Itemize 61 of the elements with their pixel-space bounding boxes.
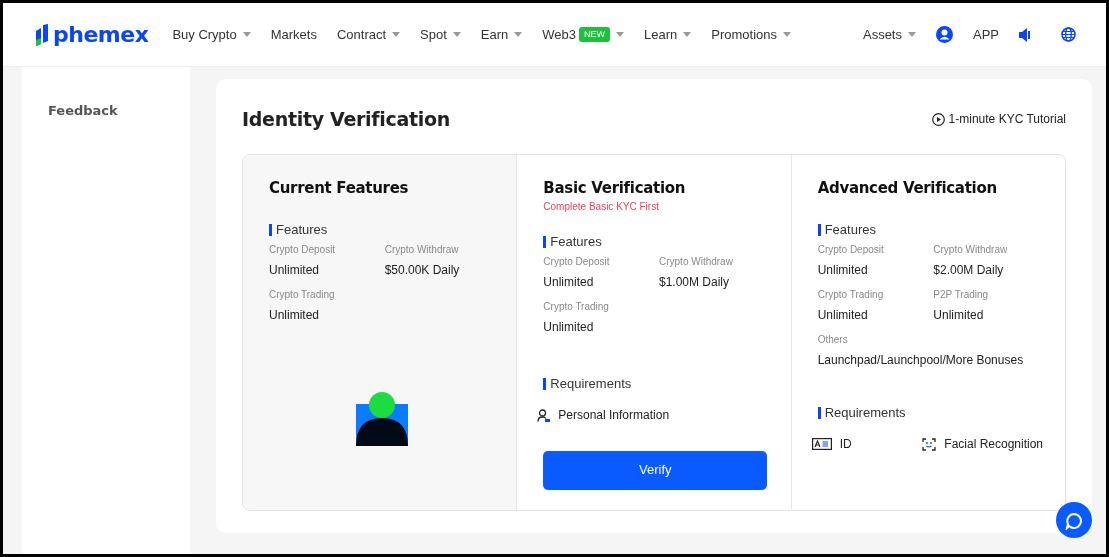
feature-value: Unlimited (817, 262, 869, 279)
feature-label: Crypto Deposit (543, 255, 611, 269)
nav-link[interactable]: Promotions (711, 24, 791, 45)
feature-label: Crypto Withdraw (933, 243, 1009, 257)
feature-value: Launchpad/Launchpool/More Bonuses (817, 352, 1025, 369)
tier-title: Basic Verification (543, 177, 687, 199)
caret-icon (908, 32, 916, 37)
tier-title: Advanced Verification (817, 177, 998, 199)
nav-link[interactable]: Buy Crypto (172, 24, 251, 45)
nav-link[interactable]: Markets (270, 24, 317, 45)
feature-value: Unlimited (269, 262, 320, 279)
avatar-drawing (356, 391, 410, 446)
warning-note: Complete Basic KYC First (543, 200, 660, 214)
requirement-text: Personal Information (558, 407, 670, 424)
feature-value: Unlimited (817, 307, 869, 324)
nav-link[interactable]: Web3 NEW (542, 24, 624, 45)
feature-value: $1.00M Daily (659, 274, 730, 291)
tutorial-link[interactable]: 1-minute KYC Tutorial (931, 110, 1066, 129)
user-icon[interactable] (936, 26, 953, 43)
section-heading: Requirements (543, 378, 765, 390)
play-icon (931, 112, 945, 126)
feature-value: Unlimited (933, 307, 985, 324)
tier-title: Current Features (269, 177, 410, 199)
globe-icon[interactable] (1061, 27, 1076, 42)
feature-value: $50.00K Daily (384, 262, 461, 279)
face-scan-icon (922, 437, 937, 451)
app-link[interactable]: APP (973, 24, 999, 45)
assets-menu[interactable]: Assets (862, 24, 916, 45)
requirement-text: ID (839, 436, 852, 453)
feature-label: P2P Trading (933, 288, 990, 302)
feature-label: Crypto Trading (543, 300, 610, 314)
feature-label: Crypto Trading (269, 288, 336, 302)
feature-label: Crypto Withdraw (384, 243, 460, 257)
person-icon (537, 408, 551, 422)
logo-icon (35, 23, 49, 46)
feature-value: Unlimited (543, 319, 595, 336)
section-heading: Features (817, 224, 1039, 236)
nav-link[interactable]: Spot (420, 24, 461, 45)
feature-value: $2.00M Daily (933, 262, 1005, 279)
id-card-icon (811, 438, 832, 450)
verify-button[interactable]: Verify (543, 450, 768, 490)
feature-value: Unlimited (269, 307, 320, 324)
brand-name[interactable]: phemex (53, 18, 149, 51)
section-heading: Features (269, 224, 491, 236)
nav-link[interactable]: Learn (644, 24, 692, 45)
speaker-icon[interactable] (1019, 27, 1031, 42)
feature-label: Crypto Deposit (269, 243, 337, 257)
section-heading: Requirements (817, 407, 1039, 419)
nav-link[interactable]: Earn (480, 24, 523, 45)
chat-icon (1065, 511, 1083, 530)
feature-label: Crypto Trading (817, 288, 885, 302)
feature-label: Crypto Withdraw (659, 255, 734, 269)
page-title: Identity Verification (242, 107, 450, 132)
new-badge: NEW (579, 26, 610, 43)
feature-label: Others (817, 333, 849, 347)
feature-label: Crypto Deposit (817, 243, 885, 257)
sidebar-item[interactable]: Feedback (22, 101, 190, 121)
feature-value: Unlimited (543, 274, 595, 291)
section-heading: Features (543, 236, 765, 248)
requirement-text: Facial Recognition (944, 436, 1044, 453)
nav-link[interactable]: Contract (336, 24, 401, 45)
